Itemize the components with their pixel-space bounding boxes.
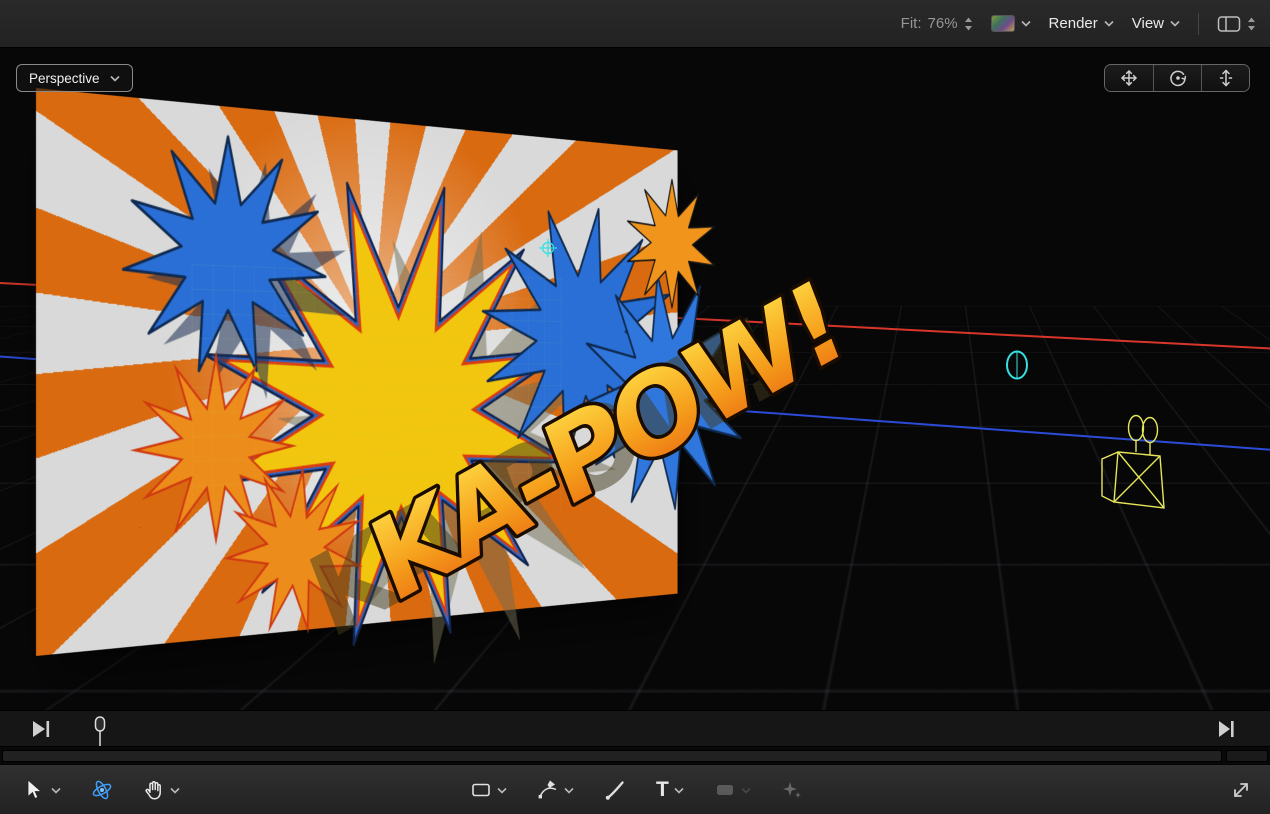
view-tools-group [1104,64,1250,92]
top-toolbar: Fit: 76% Render View [0,0,1270,48]
chevron-down-icon[interactable] [51,787,61,794]
timeline-end-marker-icon[interactable] [1219,721,1234,737]
rectangle-tool[interactable] [470,779,507,801]
text-tool[interactable]: T [656,779,684,801]
chevron-down-icon[interactable] [674,787,684,794]
zoom-value[interactable]: 76% [928,15,958,32]
timeline-scrollbar-thumb[interactable] [2,750,1222,762]
toolbar-separator [1198,13,1199,35]
camera-dolly-button[interactable] [1201,65,1249,91]
canvas-viewport[interactable]: KA-POW! KA-POW! [0,48,1270,710]
toolbar-center-group: T [470,765,803,814]
chevron-down-icon [1104,20,1114,27]
chevron-down-icon[interactable] [497,787,507,794]
color-swatch-thumbnail[interactable] [991,15,1015,32]
layout-pane-icon[interactable] [1217,15,1241,33]
fit-label: Fit: [901,15,922,32]
camera-menu-button[interactable]: Perspective [16,64,133,92]
3d-transform-orbit-icon [91,779,113,801]
chevron-down-icon [1021,20,1031,27]
toolbar-right-group [1230,765,1252,814]
camera-orbit-button[interactable] [1153,65,1201,91]
camera-track-icon [1119,68,1139,88]
timeline-scrollbar-cap[interactable] [1226,750,1268,762]
bottom-toolbar: T [0,764,1270,814]
transform-3d-tool[interactable] [91,779,113,801]
resize-handle[interactable] [1230,779,1252,801]
zoom-control[interactable]: Fit: 76% [901,15,973,32]
chevron-down-icon[interactable] [170,787,180,794]
render-menu-label: Render [1049,15,1098,32]
comic-artboard[interactable] [36,88,678,656]
pan-tool[interactable] [143,779,180,801]
bezier-pen-icon [537,779,559,801]
motion-window: Fit: 76% Render View [0,0,1270,814]
view-menu[interactable]: View [1132,15,1180,32]
layout-control[interactable] [1217,15,1256,33]
shape-library-tool[interactable] [714,779,751,801]
layout-stepper-icon[interactable] [1247,17,1256,31]
starburst-group [36,88,678,656]
timeline-start-marker-icon[interactable] [33,721,49,737]
camera-orbit-icon [1168,68,1188,88]
hand-icon [143,779,165,801]
chevron-down-icon[interactable] [741,787,751,794]
chevron-down-icon [1170,20,1180,27]
select-tool[interactable] [24,779,61,801]
cursor-arrow-icon [24,779,46,801]
color-swatch-control[interactable] [991,15,1031,32]
camera-dolly-icon [1216,68,1236,88]
view-menu-label: View [1132,15,1164,32]
brush-stroke-icon [604,779,626,801]
chevron-down-icon [110,75,120,82]
camera-track-button[interactable] [1105,65,1153,91]
chevron-down-icon[interactable] [564,787,574,794]
paint-stroke-tool[interactable] [604,779,626,801]
filled-rectangle-icon [714,779,736,801]
zoom-stepper-icon[interactable] [964,17,973,31]
particles-tool[interactable] [781,779,803,801]
timeline-scrollbar[interactable] [0,746,1270,764]
sparkle-icon [781,779,803,801]
top-toolbar-right: Fit: 76% Render View [901,13,1256,35]
text-tool-glyph: T [656,779,669,801]
diagonal-resize-icon [1230,779,1252,801]
timeline-strip[interactable] [0,710,1270,746]
camera-menu-label: Perspective [29,71,100,86]
playhead[interactable] [96,717,105,747]
rectangle-icon [470,779,492,801]
bezier-tool[interactable] [537,779,574,801]
toolbar-left-group [24,765,180,814]
render-menu[interactable]: Render [1049,15,1114,32]
